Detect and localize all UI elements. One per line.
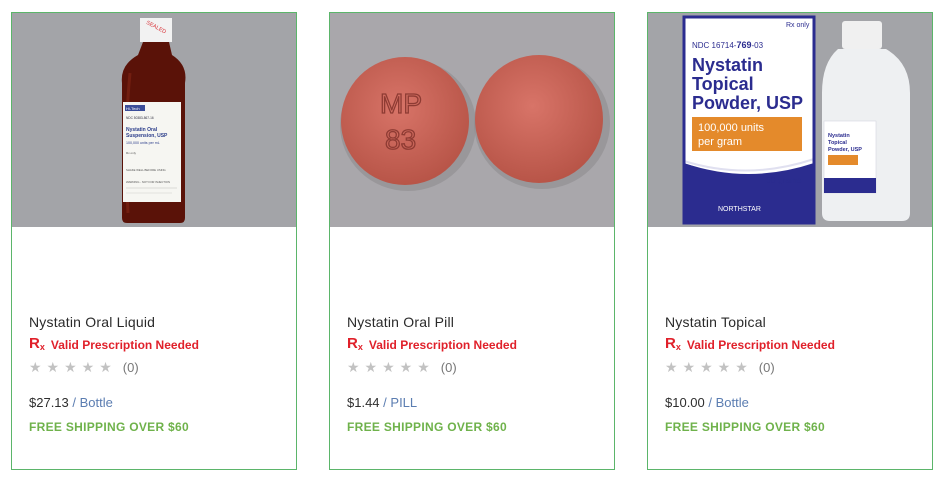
price: $1.44 / PILL xyxy=(347,395,417,410)
bottle-label-2: Topical xyxy=(828,140,847,146)
star-icons[interactable]: ★★★★★ xyxy=(347,359,435,376)
rx-icon: Rx xyxy=(347,335,363,352)
price-value: $27.13 xyxy=(29,395,69,410)
topical-powder-image: Rx only NDC 16714-769-03 Nystatin Topica… xyxy=(648,13,932,227)
pill-plain xyxy=(475,55,603,183)
pill-imprint-bottom: 83 xyxy=(385,124,416,155)
box-strength-2: per gram xyxy=(698,136,742,148)
label-warning: WARNING - NOT FOR INJECTION xyxy=(126,180,170,184)
rating[interactable]: ★★★★★ (0) xyxy=(347,359,457,376)
box-ndc: NDC 16714-769-03 xyxy=(692,40,764,50)
prescription-notice: Rx Valid Prescription Needed xyxy=(665,335,835,352)
rating[interactable]: ★★★★★ (0) xyxy=(665,359,775,376)
liquid-bottle-image: SEALED Hi-Tech NDC 50383-867-16 Nystatin… xyxy=(12,13,296,227)
price-unit: / Bottle xyxy=(708,395,749,410)
product-image[interactable]: Rx only NDC 16714-769-03 Nystatin Topica… xyxy=(648,13,932,227)
prescription-text: Valid Prescription Needed xyxy=(368,337,517,352)
prescription-notice: Rx Valid Prescription Needed xyxy=(29,335,199,352)
product-image[interactable]: MP 83 xyxy=(330,13,614,227)
product-card[interactable]: Rx only NDC 16714-769-03 Nystatin Topica… xyxy=(647,12,933,470)
pill-image: MP 83 xyxy=(330,13,614,227)
bottle-cap xyxy=(842,21,882,49)
label-rx: Rx only xyxy=(126,151,137,155)
prescription-text: Valid Prescription Needed xyxy=(50,337,199,352)
box-rx-only: Rx only xyxy=(786,22,810,29)
review-count: (0) xyxy=(440,360,457,375)
product-name[interactable]: Nystatin Oral Liquid xyxy=(29,314,155,330)
product-name[interactable]: Nystatin Topical xyxy=(665,314,766,330)
pill-imprinted xyxy=(341,57,469,185)
box-maker: NORTHSTAR xyxy=(718,206,761,213)
bottle-label-3: Powder, USP xyxy=(828,147,862,153)
label-shake: SHAKE WELL BEFORE USING xyxy=(126,168,166,172)
label-brand: Hi-Tech xyxy=(126,106,140,111)
box-title-2: Topical xyxy=(692,74,754,94)
shipping-notice: FREE SHIPPING OVER $60 xyxy=(665,420,825,434)
review-count: (0) xyxy=(758,360,775,375)
box-strength-1: 100,000 units xyxy=(698,122,765,134)
product-card[interactable]: MP 83 Nystatin Oral Pill Rx Valid Prescr… xyxy=(329,12,615,470)
price: $10.00 / Bottle xyxy=(665,395,749,410)
star-icons[interactable]: ★★★★★ xyxy=(29,359,117,376)
shipping-notice: FREE SHIPPING OVER $60 xyxy=(29,420,189,434)
rating[interactable]: ★★★★★ (0) xyxy=(29,359,139,376)
review-count: (0) xyxy=(122,360,139,375)
pill-imprint-top: MP xyxy=(380,88,422,119)
label-title-2: Suspension, USP xyxy=(126,133,168,139)
product-image[interactable]: SEALED Hi-Tech NDC 50383-867-16 Nystatin… xyxy=(12,13,296,227)
prescription-text: Valid Prescription Needed xyxy=(686,337,835,352)
box-title-1: Nystatin xyxy=(692,55,763,75)
prescription-notice: Rx Valid Prescription Needed xyxy=(347,335,517,352)
shipping-notice: FREE SHIPPING OVER $60 xyxy=(347,420,507,434)
label-ndc: NDC 50383-867-16 xyxy=(126,116,154,120)
rx-icon: Rx xyxy=(29,335,45,352)
price: $27.13 / Bottle xyxy=(29,395,113,410)
box-title-3: Powder, USP xyxy=(692,93,803,113)
price-value: $1.44 xyxy=(347,395,380,410)
label-strength: 100,000 units per mL xyxy=(126,141,160,145)
box-amount: 60 grams xyxy=(766,175,801,185)
bottle-label-1: Nystatin xyxy=(828,133,850,139)
product-card[interactable]: SEALED Hi-Tech NDC 50383-867-16 Nystatin… xyxy=(11,12,297,470)
price-unit: / PILL xyxy=(383,395,418,410)
price-value: $10.00 xyxy=(665,395,705,410)
price-unit: / Bottle xyxy=(72,395,113,410)
rx-icon: Rx xyxy=(665,335,681,352)
product-name[interactable]: Nystatin Oral Pill xyxy=(347,314,454,330)
star-icons[interactable]: ★★★★★ xyxy=(665,359,753,376)
